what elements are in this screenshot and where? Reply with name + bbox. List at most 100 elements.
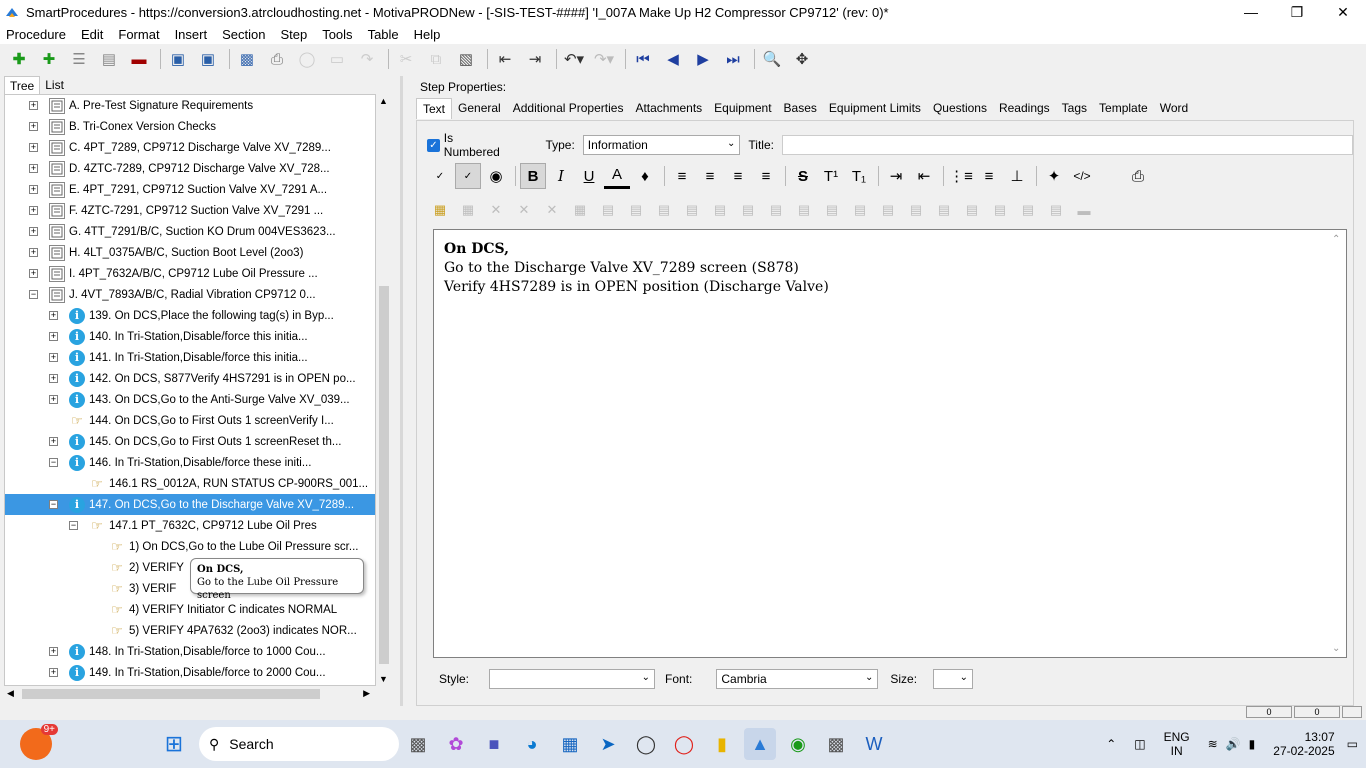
edge-icon[interactable]: ◕	[516, 728, 548, 760]
find-icon[interactable]: 🔍	[759, 47, 785, 71]
scroll-down-icon[interactable]: ▼	[379, 674, 388, 684]
table-tool-12-icon[interactable]: ▤	[763, 197, 789, 223]
smartprocedures-taskbar-icon[interactable]: ▲	[744, 728, 776, 760]
last-icon[interactable]: ⏭	[720, 47, 746, 71]
save-all-icon[interactable]: ▣	[165, 47, 191, 71]
tree-node[interactable]: + i 148. In Tri-Station,Disable/force to 1…	[5, 641, 375, 662]
table-tool-3-icon[interactable]: ✕	[511, 197, 537, 223]
table-tool-11-icon[interactable]: ▤	[735, 197, 761, 223]
word-icon[interactable]: W	[858, 728, 890, 760]
tree-node[interactable]: ☞ 4) VERIFY Initiator C indicates NORMAL	[5, 599, 375, 620]
tree-node[interactable]: + i 141. In Tri-Station,Disable/force this…	[5, 347, 375, 368]
redo-icon[interactable]: ↷▾	[591, 47, 617, 71]
tab-template[interactable]: Template	[1093, 98, 1154, 119]
tree-node[interactable]: + F. 4ZTC-7291, CP9712 Suction Valve XV_7…	[5, 200, 375, 221]
wifi-icon[interactable]: ≋	[1208, 737, 1218, 751]
tree-node[interactable]: + G. 4TT_7291/B/C, Suction KO Drum 004VES…	[5, 221, 375, 242]
copy-icon[interactable]: ⧉	[423, 47, 449, 71]
table-tool-22-icon[interactable]: ▤	[1043, 197, 1069, 223]
send-icon[interactable]: ➤	[592, 728, 624, 760]
insert-table-icon[interactable]: ▦	[427, 197, 453, 223]
table-tool-18-icon[interactable]: ▤	[931, 197, 957, 223]
highlight-icon[interactable]: ♦	[632, 163, 658, 189]
tree-node[interactable]: + i 149. In Tri-Station,Disable/force to 2…	[5, 662, 375, 683]
pane-splitter[interactable]	[400, 76, 403, 706]
clock-time[interactable]: 13:07	[1273, 730, 1335, 744]
add-icon[interactable]: ✚	[6, 47, 32, 71]
menu-table[interactable]: Table	[368, 27, 399, 42]
tree-node[interactable]: + C. 4PT_7289, CP9712 Discharge Valve XV_…	[5, 137, 375, 158]
tree-node[interactable]: + B. Tri-Conex Version Checks	[5, 116, 375, 137]
outdent-icon[interactable]: ⇥	[522, 47, 548, 71]
tab-equipment[interactable]: Equipment	[708, 98, 777, 119]
scroll-thumb[interactable]	[379, 286, 389, 664]
copilot-icon[interactable]: ✿	[440, 728, 472, 760]
menu-edit[interactable]: Edit	[81, 27, 103, 42]
type-select[interactable]: Information ⌄	[582, 135, 741, 155]
undo-icon[interactable]: ↶▾	[561, 47, 587, 71]
expand-icon[interactable]: +	[49, 332, 58, 341]
font-color-icon[interactable]: A	[604, 163, 630, 189]
subscript-icon[interactable]: T₁	[846, 163, 872, 189]
table-tool-23-icon[interactable]: ▬	[1071, 197, 1097, 223]
is-numbered-checkbox[interactable]: ✓	[427, 138, 440, 152]
expand-icon[interactable]: +	[49, 374, 58, 383]
tree-node[interactable]: + i 142. On DCS, S877Verify 4HS7291 is in …	[5, 368, 375, 389]
expand-icon[interactable]: +	[29, 122, 38, 131]
tree-node[interactable]: − ☞ 147.1 PT_7632C, CP9712 Lube Oil Pres	[5, 515, 375, 536]
notification-icon[interactable]: ▭	[1347, 737, 1358, 751]
indent-right-icon[interactable]: ⇥	[883, 163, 909, 189]
tab-list[interactable]: List	[40, 76, 69, 94]
table-tool-19-icon[interactable]: ▤	[959, 197, 985, 223]
editor-scroll-up-icon[interactable]: ⌃	[1332, 234, 1340, 245]
table-tool-10-icon[interactable]: ▤	[707, 197, 733, 223]
tree-node[interactable]: ☞ 144. On DCS,Go to First Outs 1 screenVe…	[5, 410, 375, 431]
magic-wand-icon[interactable]: ✦	[1041, 163, 1067, 189]
collapse-icon[interactable]: −	[49, 500, 58, 509]
expand-icon[interactable]: +	[29, 164, 38, 173]
superscript-icon[interactable]: T¹	[818, 163, 844, 189]
tab-general[interactable]: General	[452, 98, 507, 119]
italic-icon[interactable]: I	[548, 163, 574, 189]
paste-icon[interactable]: ▧	[453, 47, 479, 71]
table-tool-14-icon[interactable]: ▤	[819, 197, 845, 223]
close-button[interactable]: ✕	[1320, 0, 1366, 24]
table-tool-13-icon[interactable]: ▤	[791, 197, 817, 223]
dell-icon[interactable]: ◯	[630, 728, 662, 760]
expand-icon[interactable]: +	[29, 248, 38, 257]
tab-attachments[interactable]: Attachments	[629, 98, 708, 119]
volume-icon[interactable]: 🔊	[1226, 737, 1241, 751]
tree-node[interactable]: + i 145. On DCS,Go to First Outs 1 screenR…	[5, 431, 375, 452]
previous-icon[interactable]: ◀	[660, 47, 686, 71]
indent-icon[interactable]: ⇤	[492, 47, 518, 71]
chrome-icon[interactable]: ◉	[782, 728, 814, 760]
editor-scrollbar[interactable]: ⌃ ⌄	[1332, 234, 1344, 654]
tree-vertical-scrollbar[interactable]: ▲ ▼	[376, 94, 392, 686]
expand-icon[interactable]: +	[29, 101, 38, 110]
menu-procedure[interactable]: Procedure	[6, 27, 66, 42]
maximize-button[interactable]: ❐	[1274, 0, 1320, 24]
remove-icon[interactable]: ▬	[126, 47, 152, 71]
print-preview-icon[interactable]: ⎙	[1125, 163, 1151, 189]
tree-node[interactable]: + E. 4PT_7291, CP9712 Suction Valve XV_72…	[5, 179, 375, 200]
refresh-icon[interactable]: ◯	[294, 47, 320, 71]
tab-tags[interactable]: Tags	[1056, 98, 1093, 119]
table-tool-9-icon[interactable]: ▤	[679, 197, 705, 223]
spellcheck-auto-icon[interactable]: ✓	[455, 163, 481, 189]
expand-icon[interactable]: +	[49, 437, 58, 446]
table-tool-4-icon[interactable]: ✕	[539, 197, 565, 223]
tree-horizontal-scrollbar[interactable]: ◀ ▶	[4, 686, 376, 702]
bold-icon[interactable]: B	[520, 163, 546, 189]
task-view-icon[interactable]: ▩	[402, 728, 434, 760]
list-outline-icon[interactable]: ▤	[96, 47, 122, 71]
start-icon[interactable]: ⊞	[158, 728, 190, 760]
menu-step[interactable]: Step	[280, 27, 307, 42]
font-select[interactable]: Cambria ⌄	[716, 669, 879, 689]
color-wheel-icon[interactable]: ◉	[483, 163, 509, 189]
table-tool-20-icon[interactable]: ▤	[987, 197, 1013, 223]
tab-word[interactable]: Word	[1154, 98, 1194, 119]
tab-text[interactable]: Text	[416, 98, 453, 119]
tree-node[interactable]: + I. 4PT_7632A/B/C, CP9712 Lube Oil Press…	[5, 263, 375, 284]
tab-questions[interactable]: Questions	[927, 98, 993, 119]
battery-icon[interactable]: ▮	[1249, 737, 1256, 751]
